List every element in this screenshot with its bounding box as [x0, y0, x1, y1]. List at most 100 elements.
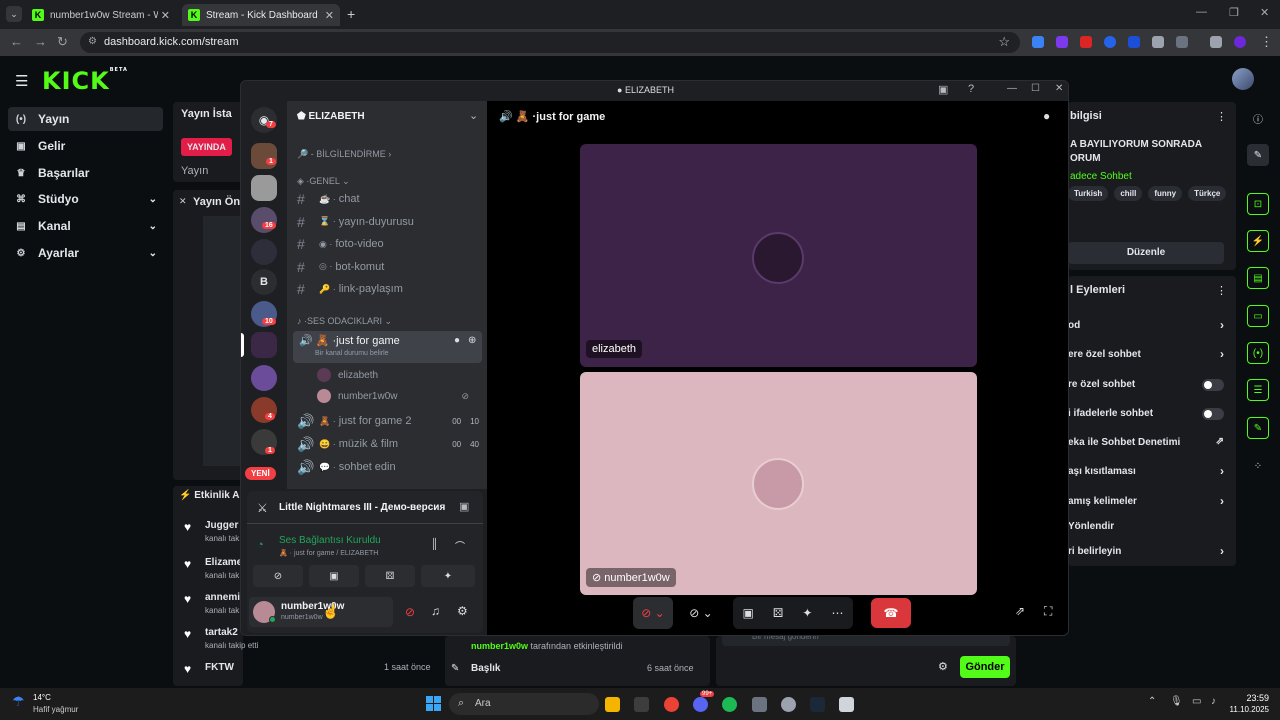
chrome-icon[interactable]: [664, 697, 679, 712]
participant-tile-number1w0w[interactable]: ⊘ number1w0w: [580, 372, 977, 595]
menu-dots-icon[interactable]: ⋮: [1216, 284, 1227, 297]
category-voice[interactable]: ♪ ·SES ODACIKLARI ⌄: [297, 316, 392, 327]
minimize-icon[interactable]: —: [1196, 6, 1207, 18]
mod-action-row[interactable]: Yönlendir: [1068, 519, 1230, 537]
server-icon-elizabeth[interactable]: [251, 332, 277, 358]
soundboard-icon[interactable]: ✦: [802, 606, 812, 620]
sidebar-item-ayarlar[interactable]: ⚙ Ayarlar ⌄: [8, 241, 163, 265]
edit-icon[interactable]: ✎: [1247, 144, 1269, 166]
category-info[interactable]: 🔎 - BİLGİLENDİRME ›: [297, 149, 391, 160]
add-user-icon[interactable]: ⊕: [468, 335, 476, 346]
category-link[interactable]: adece Sohbet: [1070, 171, 1132, 182]
mod-action-row[interactable]: i ifadelerle sohbet: [1068, 406, 1230, 424]
voice-member[interactable]: number1w0w ⊘: [317, 387, 477, 405]
chevron-down-icon[interactable]: ⌄: [469, 109, 478, 122]
volume-icon[interactable]: ♪: [1211, 696, 1216, 707]
voice-connection-status[interactable]: Ses Bağlantısı Kuruldu: [279, 535, 381, 546]
text-channel[interactable]: # ◉ · foto-video: [297, 234, 482, 254]
close-window-icon[interactable]: ✕: [1260, 6, 1269, 19]
mod-action-row[interactable]: ere özel sohbet ›: [1068, 347, 1230, 365]
back-icon[interactable]: ←: [10, 34, 23, 49]
steam-icon[interactable]: [810, 697, 825, 712]
voice-channel[interactable]: 🔊 🧸 · just for game 2 00 10: [297, 411, 482, 431]
user-panel[interactable]: number1w0w number1w0w: [249, 597, 393, 627]
text-channel[interactable]: # ☕ · chat: [297, 189, 482, 209]
weather-icon[interactable]: ☂: [12, 693, 25, 710]
chat-bubble-icon[interactable]: ●: [454, 335, 460, 346]
popout-icon[interactable]: ⇗: [1015, 604, 1025, 618]
tab-watch[interactable]: K number1w0w Stream - Watch L ✕: [26, 4, 176, 26]
tag-chip[interactable]: chill: [1114, 186, 1143, 201]
menu-dots-icon[interactable]: ⋮: [1216, 110, 1227, 123]
tag-chip[interactable]: funny: [1148, 186, 1183, 201]
mod-action-row[interactable]: re özel sohbet: [1068, 377, 1230, 395]
bolt-icon[interactable]: ⚡: [1247, 230, 1269, 252]
camera-button[interactable]: ⊘ ⌄: [681, 597, 721, 629]
mod-action-row[interactable]: eka ile Sohbet Denetimi ⇗: [1068, 435, 1230, 453]
puzzle-icon[interactable]: [1176, 36, 1188, 48]
text-channel[interactable]: # ⌛ · yayın-duyurusu: [297, 212, 482, 232]
bookmark-star-icon[interactable]: ☆: [998, 34, 1010, 50]
extension-icon[interactable]: [1056, 36, 1068, 48]
minimize-icon[interactable]: —: [1007, 83, 1017, 94]
close-icon[interactable]: ✕: [161, 9, 170, 22]
info-icon[interactable]: ⓘ: [1247, 107, 1269, 129]
tag-chip[interactable]: Turkish: [1068, 186, 1109, 201]
profile-avatar[interactable]: [1234, 36, 1246, 48]
voice-channel-status[interactable]: Bir kanal durumu belirle: [315, 350, 389, 357]
mute-button[interactable]: ⊘ ⌄: [633, 597, 673, 629]
tab-search-icon[interactable]: ⌄: [6, 6, 22, 22]
doc-icon[interactable]: ▤: [1247, 267, 1269, 289]
server-icon[interactable]: [251, 365, 277, 391]
edit-button[interactable]: Düzenle: [1068, 242, 1224, 264]
noise-suppression-icon[interactable]: ║: [431, 539, 438, 550]
site-info-icon[interactable]: ⚙: [88, 36, 97, 47]
help-icon[interactable]: ?: [968, 83, 974, 95]
mod-action-row[interactable]: aşı kısıtlaması ›: [1068, 464, 1230, 482]
sidebar-item-kanal[interactable]: ▤ Kanal ⌄: [8, 214, 163, 238]
clock-date[interactable]: 11.10.2025: [1222, 705, 1269, 714]
category-general[interactable]: ◈ ·GENEL ⌄: [297, 176, 350, 187]
app-icon[interactable]: [781, 697, 796, 712]
server-icon[interactable]: [251, 143, 277, 169]
activity-button[interactable]: ⚄: [365, 565, 415, 587]
restore-icon[interactable]: ❐: [1229, 6, 1239, 19]
sidebar-item-basarilar[interactable]: ♛ Başarılar: [8, 161, 163, 185]
windows-start-icon[interactable]: [426, 696, 441, 711]
spotify-icon[interactable]: [722, 697, 737, 712]
wrench-icon[interactable]: ✎: [1247, 417, 1269, 439]
mod-action-row[interactable]: amış kelimeler ›: [1068, 494, 1230, 512]
toggle-switch[interactable]: [1202, 408, 1224, 420]
chevron-up-icon[interactable]: ⌃: [1148, 696, 1156, 707]
mod-action-row[interactable]: od ›: [1068, 318, 1230, 336]
sidebar-item-yayin[interactable]: (•) Yayın: [8, 107, 163, 131]
expand-icon[interactable]: ✕: [179, 196, 187, 207]
menu-dots-icon[interactable]: ⋮: [1260, 34, 1273, 50]
end-call-button[interactable]: ☎: [871, 598, 911, 628]
discord-icon[interactable]: [693, 697, 708, 712]
shield-icon[interactable]: [1152, 36, 1164, 48]
voice-member[interactable]: elizabeth: [317, 366, 477, 384]
clock-time[interactable]: 23:59: [1233, 693, 1269, 703]
extension-icon[interactable]: [1032, 36, 1044, 48]
disconnect-icon[interactable]: ⌒: [455, 538, 465, 553]
focus-icon[interactable]: ⊡: [1247, 193, 1269, 215]
screen-share-icon[interactable]: ▣: [459, 500, 469, 513]
server-icon[interactable]: [251, 175, 277, 201]
taskbar-search[interactable]: ⌕ Ara: [449, 693, 599, 715]
close-icon[interactable]: ✕: [1055, 83, 1063, 94]
kick-logo[interactable]: KICKBETA: [42, 67, 128, 95]
network-icon[interactable]: ▭: [1192, 696, 1201, 707]
grid-icon[interactable]: ⁘: [1247, 455, 1269, 477]
shield-icon[interactable]: [1128, 36, 1140, 48]
server-letter-icon[interactable]: B: [251, 269, 277, 295]
sidebar-item-studyo[interactable]: ⌘ Stüdyo ⌄: [8, 187, 163, 211]
participant-tile-elizabeth[interactable]: elizabeth: [580, 144, 977, 367]
active-voice-channel[interactable]: 🔊 🧸 ·just for game Bir kanal durumu beli…: [293, 331, 482, 363]
microphone-icon[interactable]: 🎙: [1170, 696, 1183, 707]
send-button[interactable]: Gönder: [960, 656, 1010, 678]
store-icon[interactable]: [634, 697, 649, 712]
settings-gear-icon[interactable]: ⚙: [457, 604, 468, 618]
screen-share-icon[interactable]: ▣: [743, 606, 754, 620]
server-icon[interactable]: [251, 239, 277, 265]
